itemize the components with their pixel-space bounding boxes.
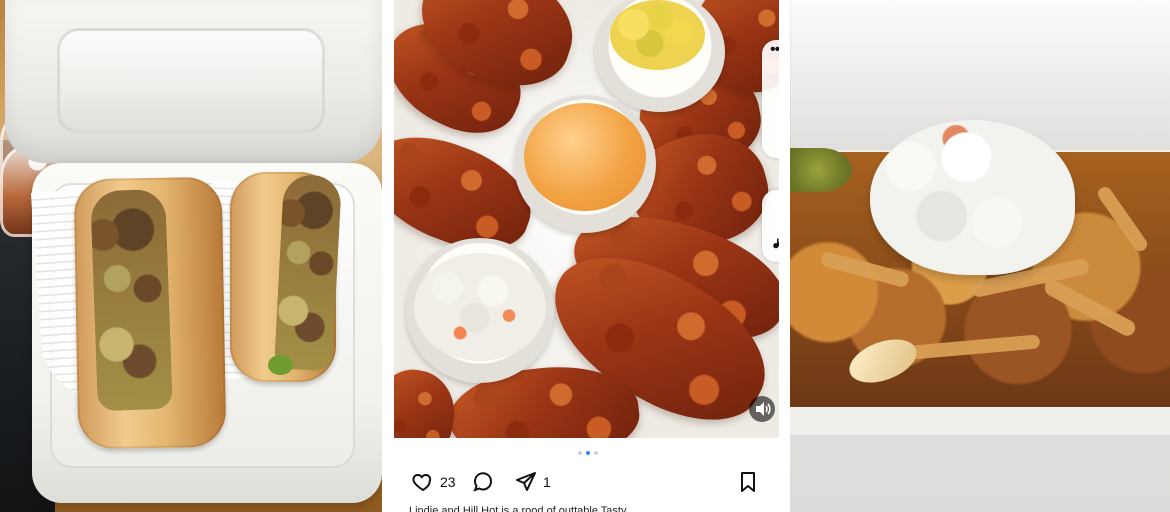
send-icon[interactable] <box>514 470 538 494</box>
save-action[interactable] <box>736 470 760 494</box>
comment-icon[interactable] <box>471 470 495 494</box>
container-lid-inset <box>57 28 325 134</box>
loaded-fries-photo <box>790 0 1170 512</box>
more-dots-icon[interactable]: ••• <box>770 42 779 58</box>
food-collage: ••• 23 <box>0 0 1170 512</box>
music-note-icon[interactable] <box>768 235 779 253</box>
sandwich-filling <box>90 188 173 412</box>
carousel-dot-active <box>586 451 590 455</box>
post-caption: Lindie and Hill Hot is a rood of outtabl… <box>409 505 627 512</box>
like-action[interactable]: 23 <box>411 470 456 494</box>
comment-action[interactable] <box>471 470 495 494</box>
volume-icon[interactable] <box>749 396 775 422</box>
like-count: 23 <box>440 474 456 490</box>
carousel-dot <box>578 451 582 455</box>
share-action[interactable]: 1 <box>514 470 551 494</box>
post-image[interactable]: ••• <box>394 0 779 438</box>
pickle-slice <box>790 148 852 192</box>
coleslaw-topping <box>870 120 1075 275</box>
sandwich-filling <box>273 173 343 372</box>
pepper-piece <box>268 355 293 375</box>
instagram-post: ••• 23 <box>382 0 790 512</box>
post-actions: 23 1 <box>411 470 781 498</box>
carousel-indicators <box>578 451 602 457</box>
cheesesteak-photo <box>0 0 382 512</box>
container-lid <box>5 0 382 163</box>
carousel-dot <box>594 451 598 455</box>
audio-side-control[interactable] <box>762 190 779 262</box>
post-side-controls[interactable]: ••• <box>762 40 779 158</box>
share-count: 1 <box>543 474 551 490</box>
coleslaw-bowl <box>406 238 554 383</box>
sauce-bowl <box>514 95 656 233</box>
heart-icon[interactable] <box>411 470 435 494</box>
bookmark-icon[interactable] <box>736 470 760 494</box>
